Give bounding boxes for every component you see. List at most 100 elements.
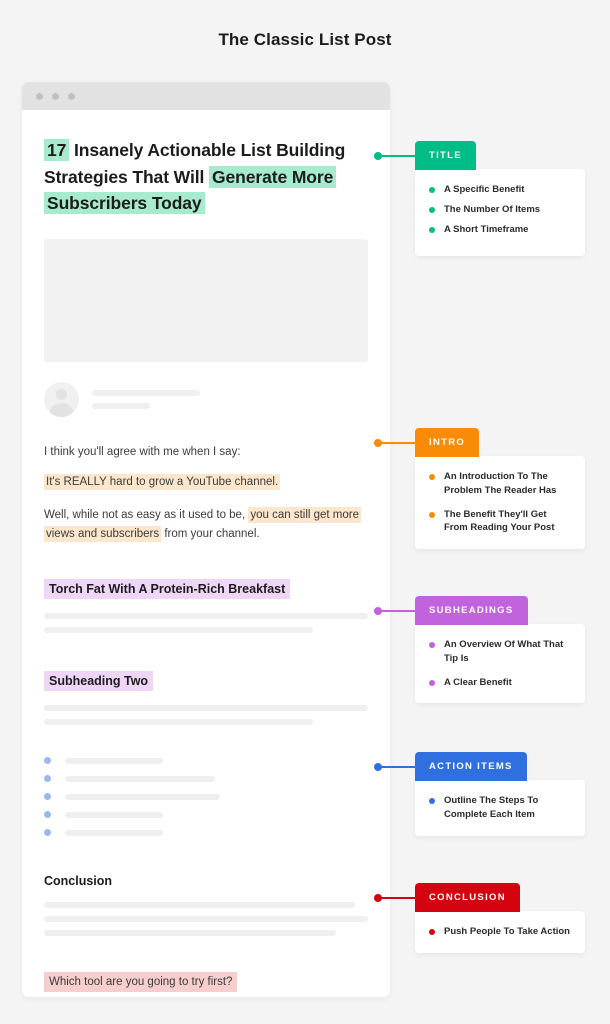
connector-line (378, 897, 416, 899)
subheading-two: Subheading Two (44, 671, 154, 692)
list-item: The Benefit They'll Get From Reading You… (429, 508, 571, 536)
list-item-label: Outline The Steps To Complete Each Item (444, 795, 539, 820)
list-item (44, 775, 368, 783)
author-placeholder-lines (92, 389, 368, 409)
author-name-placeholder (92, 389, 200, 396)
intro-highlight-1: It's REALLY hard to grow a YouTube chann… (44, 474, 281, 491)
conclusion-question: Which tool are you going to try first? (44, 972, 238, 993)
callout-subheadings-card: An Overview Of What That Tip Is A Clear … (415, 624, 585, 704)
list-item-bar (65, 829, 163, 836)
callout-title: TITLE A Specific Benefit The Number Of I… (415, 141, 585, 257)
bullet-dot-icon (429, 679, 435, 686)
list-item-label: A Specific Benefit (444, 184, 525, 195)
bullet-dot-icon (44, 829, 51, 837)
connector-line (378, 442, 416, 444)
browser-titlebar (22, 82, 390, 110)
list-item: Outline The Steps To Complete Each Item (429, 794, 571, 822)
browser-mockup: 17 Insanely Actionable List Building Str… (22, 82, 390, 997)
callout-action-items: ACTION ITEMS Outline The Steps To Comple… (415, 752, 585, 836)
list-item-label: A Short Timeframe (444, 223, 529, 235)
list-item: The Number Of Items (429, 203, 571, 217)
text-line (44, 627, 313, 634)
intro-paragraph-3: Well, while not as easy as it used to be… (44, 506, 368, 543)
callout-action-items-badge[interactable]: ACTION ITEMS (415, 752, 527, 781)
list-item: Push People To Take Action (429, 925, 571, 939)
callout-intro-card: An Introduction To The Problem The Reade… (415, 456, 585, 550)
callout-subheadings-badge[interactable]: SUBHEADINGS (415, 596, 528, 625)
connector-intro (374, 439, 416, 447)
callout-conclusion-badge[interactable]: CONCLUSION (415, 883, 520, 912)
list-item-label: A Clear Benefit (444, 676, 512, 688)
list-item-bar (65, 757, 163, 764)
conclusion-heading: Conclusion (44, 874, 113, 889)
bullet-dot-icon (429, 474, 435, 480)
list-item-label: Push People To Take Action (444, 926, 570, 937)
article-headline: 17 Insanely Actionable List Building Str… (44, 137, 368, 217)
intro-paragraph-3-post: from your channel. (161, 527, 260, 540)
intro-paragraph-1: I think you'll agree with me when I say: (44, 445, 241, 458)
callout-action-items-card: Outline The Steps To Complete Each Item (415, 780, 585, 836)
text-line (44, 916, 368, 923)
window-close-dot-icon[interactable] (36, 92, 43, 100)
conclusion-body-placeholder (44, 902, 368, 937)
connector-line (378, 766, 416, 768)
list-item-bar (65, 775, 215, 782)
list-item (44, 757, 368, 765)
intro-paragraph-2: It's REALLY hard to grow a YouTube chann… (44, 473, 368, 492)
bullet-dot-icon (429, 226, 435, 233)
callout-intro: INTRO An Introduction To The Problem The… (415, 428, 585, 550)
list-item-label: An Introduction To The Problem The Reade… (444, 471, 557, 496)
callout-conclusion: CONCLUSION Push People To Take Action (415, 883, 585, 953)
bullet-dot-icon (44, 811, 51, 819)
hero-image-placeholder (44, 238, 368, 362)
subheading-one-body-placeholder (44, 613, 368, 634)
text-line (44, 930, 336, 937)
list-item (44, 793, 368, 801)
bullet-dot-icon (429, 206, 435, 213)
list-item-label: An Overview Of What That Tip Is (444, 639, 564, 664)
callout-intro-badge[interactable]: INTRO (415, 428, 480, 457)
action-items-placeholder-list (44, 757, 368, 837)
text-line (44, 902, 356, 909)
window-maximize-dot-icon[interactable] (68, 92, 75, 100)
connector-title (374, 152, 416, 160)
bullet-dot-icon (44, 793, 51, 801)
subheading-one: Torch Fat With A Protein-Rich Breakfast (44, 579, 291, 600)
connector-conclusion (374, 894, 416, 902)
avatar-person-icon (44, 381, 79, 417)
list-item-label: The Benefit They'll Get From Reading You… (444, 508, 555, 534)
page-title: The Classic List Post (218, 30, 392, 49)
headline-number: 17 (44, 139, 70, 161)
article-body: 17 Insanely Actionable List Building Str… (22, 137, 390, 993)
author-row (44, 381, 368, 417)
callout-title-badge[interactable]: TITLE (415, 141, 476, 170)
list-item: An Introduction To The Problem The Reade… (429, 470, 571, 498)
bullet-dot-icon (429, 929, 435, 935)
intro-paragraph-3-pre: Well, while not as easy as it used to be… (44, 509, 249, 522)
list-item (44, 811, 368, 819)
bullet-dot-icon (429, 511, 435, 518)
window-minimize-dot-icon[interactable] (52, 92, 59, 100)
list-item-bar (65, 811, 163, 818)
subheading-one-wrap: Torch Fat With A Protein-Rich Breakfast (44, 579, 368, 600)
list-item-bar (65, 793, 220, 800)
author-meta-placeholder (92, 402, 150, 409)
connector-action-items (374, 763, 416, 771)
connector-subheadings (374, 607, 416, 615)
text-line (44, 613, 368, 620)
text-line (44, 719, 313, 726)
list-item: A Clear Benefit (429, 676, 571, 690)
list-item: An Overview Of What That Tip Is (429, 638, 571, 666)
bullet-dot-icon (429, 798, 435, 804)
callout-subheadings: SUBHEADINGS An Overview Of What That Tip… (415, 596, 585, 704)
connector-line (378, 610, 416, 612)
list-item: A Specific Benefit (429, 183, 571, 197)
bullet-dot-icon (429, 642, 435, 648)
list-item: A Short Timeframe (429, 223, 571, 237)
bullet-dot-icon (44, 775, 51, 783)
bullet-dot-icon (429, 187, 435, 193)
list-item-label: The Number Of Items (444, 203, 541, 215)
text-line (44, 705, 368, 712)
list-item (44, 829, 368, 837)
subheading-two-body-placeholder (44, 705, 368, 726)
